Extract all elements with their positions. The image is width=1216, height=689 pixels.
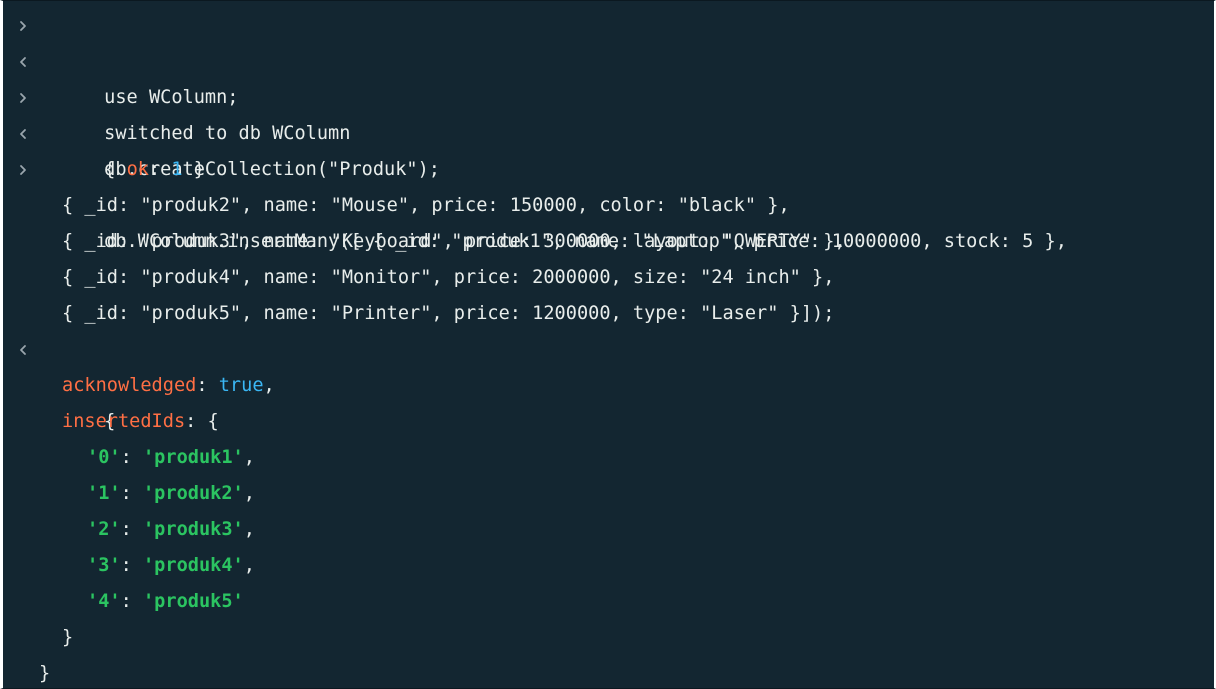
id-value: 'produk2' bbox=[142, 483, 244, 504]
field-key: acknowledged bbox=[62, 375, 197, 396]
chevron-right-icon bbox=[20, 93, 26, 103]
command-line[interactable]: db.createCollection("Produk"); bbox=[3, 80, 1214, 180]
id-index: '1' bbox=[87, 483, 121, 504]
separator: : bbox=[196, 375, 219, 396]
brace-close: } bbox=[62, 627, 74, 648]
chevron-right-icon bbox=[20, 21, 26, 31]
id-index: '0' bbox=[87, 447, 121, 468]
command-continuation[interactable]: { _id: "produk3", name: "Keyboard", pric… bbox=[3, 224, 1214, 260]
separator: : bbox=[120, 519, 143, 540]
separator: : bbox=[120, 555, 143, 576]
command-text: { _id: "produk2", name: "Mouse", price: … bbox=[62, 195, 790, 216]
command-text: { _id: "produk4", name: "Monitor", price… bbox=[62, 267, 835, 288]
command-text: { _id: "produk5", name: "Printer", price… bbox=[62, 303, 835, 324]
field-key: insertedIds bbox=[62, 411, 186, 432]
id-value: 'produk5' bbox=[142, 591, 244, 612]
command-text: { _id: "produk3", name: "Keyboard", pric… bbox=[62, 231, 846, 252]
separator: : bbox=[120, 591, 143, 612]
separator: : bbox=[185, 411, 208, 432]
id-index: '2' bbox=[87, 519, 121, 540]
inserted-id-entry: '0': 'produk1', bbox=[3, 440, 1214, 476]
inserted-id-entry: '1': 'produk2', bbox=[3, 476, 1214, 512]
brace-close-line: } bbox=[3, 620, 1214, 656]
command-continuation[interactable]: { _id: "produk2", name: "Mouse", price: … bbox=[3, 188, 1214, 224]
id-index: '3' bbox=[87, 555, 121, 576]
separator: : bbox=[120, 447, 143, 468]
result-line: switched to db WColumn bbox=[3, 44, 1214, 144]
id-value: 'produk4' bbox=[142, 555, 244, 576]
command-continuation[interactable]: { _id: "produk5", name: "Printer", price… bbox=[3, 296, 1214, 332]
brace-open: { bbox=[207, 411, 219, 432]
command-line[interactable]: use WColumn; bbox=[3, 8, 1214, 108]
id-index: '4' bbox=[87, 591, 121, 612]
brace-close-line: } bbox=[3, 656, 1214, 688]
command-continuation[interactable]: { _id: "produk4", name: "Monitor", price… bbox=[3, 260, 1214, 296]
inserted-id-entry: '2': 'produk3', bbox=[3, 512, 1214, 548]
result-field: acknowledged: true, bbox=[3, 368, 1214, 404]
inserted-id-entry: '4': 'produk5' bbox=[3, 584, 1214, 620]
trailing-comma: , bbox=[243, 519, 255, 540]
id-value: 'produk1' bbox=[142, 447, 244, 468]
trailing-comma: , bbox=[243, 555, 255, 576]
inserted-id-entry: '3': 'produk4', bbox=[3, 548, 1214, 584]
trailing-comma: , bbox=[263, 375, 275, 396]
trailing-comma: , bbox=[243, 447, 255, 468]
chevron-left-icon bbox=[20, 129, 26, 139]
brace-close: } bbox=[39, 663, 51, 684]
field-value: true bbox=[218, 375, 264, 396]
chevron-left-icon bbox=[20, 57, 26, 67]
separator: : bbox=[120, 483, 143, 504]
trailing-comma: , bbox=[243, 483, 255, 504]
mongosh-console-window: use WColumn; switched to db WColumn db.c… bbox=[0, 0, 1216, 689]
console-output[interactable]: use WColumn; switched to db WColumn db.c… bbox=[3, 8, 1214, 688]
chevron-right-icon bbox=[20, 165, 26, 175]
chevron-left-icon bbox=[20, 345, 26, 355]
result-line: { bbox=[3, 332, 1214, 432]
command-line[interactable]: db.WColumn.insertMany([ { _id: "produk1"… bbox=[3, 152, 1214, 252]
result-line: { ok: 1 } bbox=[3, 116, 1214, 180]
id-value: 'produk3' bbox=[142, 519, 244, 540]
result-field: insertedIds: { bbox=[3, 404, 1214, 440]
